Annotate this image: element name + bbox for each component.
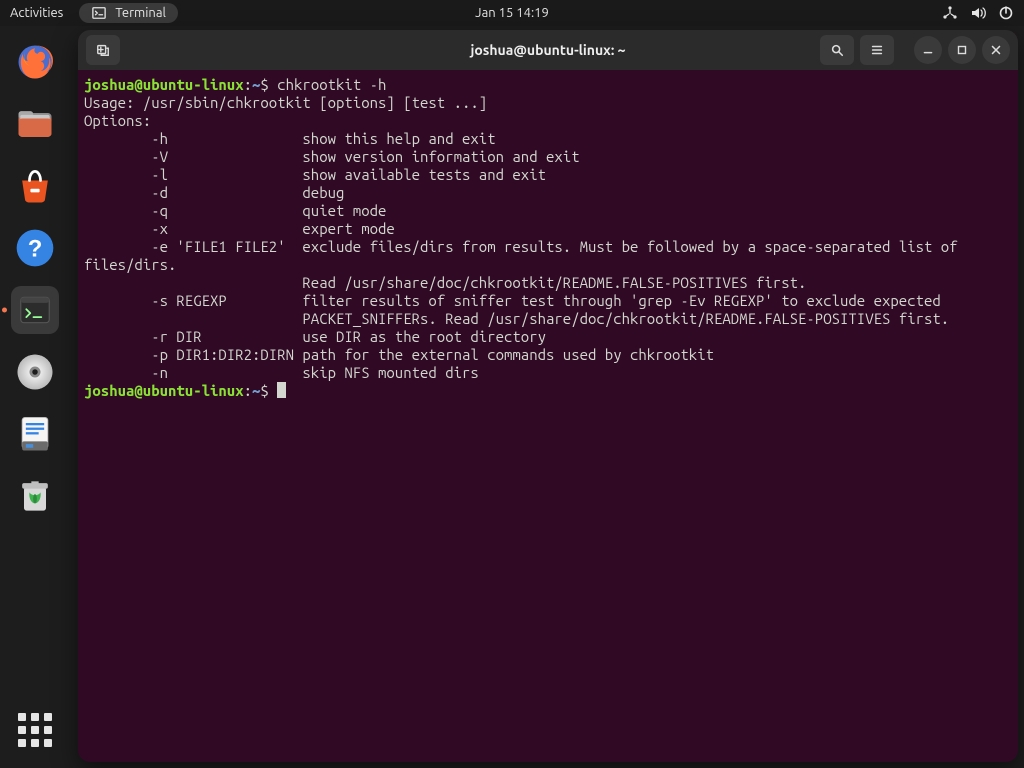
window-maximize[interactable] bbox=[948, 36, 976, 64]
activities-button[interactable]: Activities bbox=[10, 6, 63, 20]
terminal-window: joshua@ubuntu-linux: ~ joshua@ubuntu-lin… bbox=[78, 30, 1018, 762]
network-icon[interactable] bbox=[942, 5, 958, 21]
power-icon[interactable] bbox=[998, 5, 1014, 21]
search-button[interactable] bbox=[820, 35, 854, 65]
dock-trash[interactable] bbox=[11, 472, 59, 520]
show-applications[interactable] bbox=[11, 706, 59, 754]
gnome-topbar: Activities Terminal Jan 15 14:19 bbox=[0, 0, 1024, 26]
active-app-label: Terminal bbox=[115, 6, 166, 20]
prompt-userhost: joshua@ubuntu-linux bbox=[84, 382, 244, 399]
volume-icon[interactable] bbox=[970, 5, 986, 21]
prompt-symbol: $ bbox=[260, 76, 268, 93]
cursor bbox=[277, 382, 286, 398]
dock-disc[interactable] bbox=[11, 348, 59, 396]
dock-help[interactable]: ? bbox=[11, 224, 59, 272]
terminal-icon bbox=[91, 5, 107, 21]
window-minimize[interactable] bbox=[914, 36, 942, 64]
dock-files[interactable] bbox=[11, 100, 59, 148]
clock[interactable]: Jan 15 14:19 bbox=[475, 6, 549, 20]
dock-firefox[interactable] bbox=[11, 38, 59, 86]
svg-text:?: ? bbox=[28, 235, 43, 262]
dock-software[interactable] bbox=[11, 162, 59, 210]
entered-command: chkrootkit -h bbox=[277, 76, 386, 93]
dock: ? bbox=[0, 26, 70, 768]
dock-text-editor[interactable] bbox=[11, 410, 59, 458]
window-titlebar: joshua@ubuntu-linux: ~ bbox=[78, 30, 1018, 70]
window-title: joshua@ubuntu-linux: ~ bbox=[470, 42, 625, 58]
hamburger-menu[interactable] bbox=[860, 35, 894, 65]
terminal-body[interactable]: joshua@ubuntu-linux:~$ chkrootkit -h Usa… bbox=[78, 70, 1018, 762]
new-tab-button[interactable] bbox=[86, 35, 120, 65]
window-close[interactable] bbox=[982, 36, 1010, 64]
dock-terminal[interactable] bbox=[11, 286, 59, 334]
prompt-symbol: $ bbox=[260, 382, 268, 399]
prompt-userhost: joshua@ubuntu-linux bbox=[84, 76, 244, 93]
apps-grid-icon bbox=[16, 711, 54, 749]
active-app-pill[interactable]: Terminal bbox=[79, 3, 178, 23]
command-output: Usage: /usr/sbin/chkrootkit [options] [t… bbox=[84, 94, 1012, 382]
